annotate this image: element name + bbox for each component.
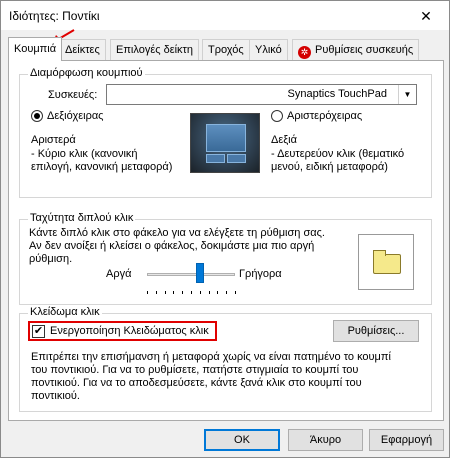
tab-wheel[interactable]: Τροχός	[202, 39, 250, 60]
click-lock-checkbox-label[interactable]: Ενεργοποίηση Κλειδώματος κλικ	[50, 325, 209, 338]
double-click-line-1: Κάντε διπλό κλικ στο φάκελο για να ελέγξ…	[29, 227, 325, 239]
click-lock-desc-2: του ποντικιού. Για να το ρυθμίσετε, πατή…	[31, 364, 359, 376]
right-button-desc-2: μενού, ειδική μεταφορά)	[271, 161, 388, 173]
click-lock-highlight: ✔ Ενεργοποίηση Κλειδώματος κλικ	[28, 321, 217, 341]
left-button-title: Αριστερά	[31, 134, 76, 146]
button-config-title: Διαμόρφωση κουμπιού	[28, 67, 145, 79]
right-handed-label[interactable]: Δεξιόχειρας	[47, 110, 103, 123]
close-button[interactable]: ✕	[403, 1, 449, 31]
test-folder-area[interactable]	[358, 234, 414, 290]
left-button-desc-1: - Κύριο κλικ (κανονική	[31, 148, 138, 160]
slider-tick	[217, 291, 219, 294]
speed-fast-label: Γρήγορα	[239, 268, 282, 280]
tab-device-settings-label: Ρυθμίσεις συσκευής	[315, 44, 414, 56]
double-click-line-2: Αν δεν ανοίξει ή κλείσει ο φάκελος, δοκι…	[29, 240, 315, 252]
left-button-desc-2: επιλογή, κανονική μεταφορά)	[31, 161, 173, 173]
touchpad-image	[190, 113, 260, 173]
touchpad-right-button	[227, 154, 246, 163]
device-select[interactable]: Synaptics TouchPad ▼	[106, 84, 417, 105]
slider-tick	[155, 291, 157, 294]
cancel-button[interactable]: Άκυρο	[288, 429, 363, 451]
right-button-desc-1: - Δευτερεύον κλικ (θεματικό	[271, 148, 405, 160]
right-handed-radio[interactable]	[31, 110, 43, 122]
click-lock-settings-button[interactable]: Ρυθμίσεις...	[333, 320, 419, 342]
double-click-line-3: ρύθμιση.	[29, 253, 73, 265]
touchpad-surface	[206, 124, 246, 152]
touchpad-left-button	[206, 154, 225, 163]
click-lock-desc-3: ποντικιού. Για να το αποδεσμεύσετε, κάντ…	[31, 377, 362, 389]
slider-tick	[226, 291, 228, 294]
ok-button[interactable]: OK	[204, 429, 280, 451]
slider-tick	[235, 291, 236, 294]
title-bar: Ιδιότητες: Ποντίκι ✕	[1, 1, 449, 31]
tab-hardware[interactable]: Υλικό	[249, 39, 288, 60]
folder-icon[interactable]	[373, 250, 401, 274]
left-handed-label[interactable]: Αριστερόχειρας	[287, 110, 362, 123]
slider-tick	[208, 291, 210, 294]
speed-slider-track[interactable]	[147, 273, 235, 276]
click-lock-desc-1: Επιτρέπει την επισήμανση ή μεταφορά χωρί…	[31, 351, 391, 363]
slider-tick	[182, 291, 184, 294]
right-button-title: Δεξιά	[271, 134, 297, 146]
tab-pointer-options[interactable]: Επιλογές δείκτη	[110, 39, 200, 60]
synaptics-icon: ✲	[298, 46, 311, 59]
speed-slider-thumb[interactable]	[195, 263, 204, 283]
mouse-properties-dialog: Ιδιότητες: Ποντίκι ✕ Κουμπιά Δείκτες Επι…	[0, 0, 450, 458]
slider-tick	[147, 291, 148, 294]
slider-tick	[173, 291, 175, 294]
click-lock-checkbox[interactable]: ✔	[32, 325, 45, 338]
apply-button[interactable]: Εφαρμογή	[369, 429, 444, 451]
device-label: Συσκευές:	[48, 89, 98, 101]
slider-tick	[164, 291, 166, 294]
click-lock-title: Κλείδωμα κλικ	[28, 306, 102, 318]
double-click-title: Ταχύτητα διπλού κλικ	[28, 212, 136, 224]
window-title: Ιδιότητες: Ποντίκι	[9, 9, 100, 23]
tab-buttons[interactable]: Κουμπιά	[8, 37, 63, 61]
slider-tick	[199, 291, 201, 294]
device-value: Synaptics TouchPad	[287, 88, 387, 100]
chevron-down-icon[interactable]: ▼	[398, 85, 416, 104]
tab-device-settings[interactable]: ✲ Ρυθμίσεις συσκευής	[292, 39, 420, 60]
slider-tick	[191, 291, 192, 294]
left-handed-radio[interactable]	[271, 110, 283, 122]
click-lock-desc-4: ποντικιού.	[31, 390, 80, 402]
speed-slow-label: Αργά	[106, 268, 132, 280]
